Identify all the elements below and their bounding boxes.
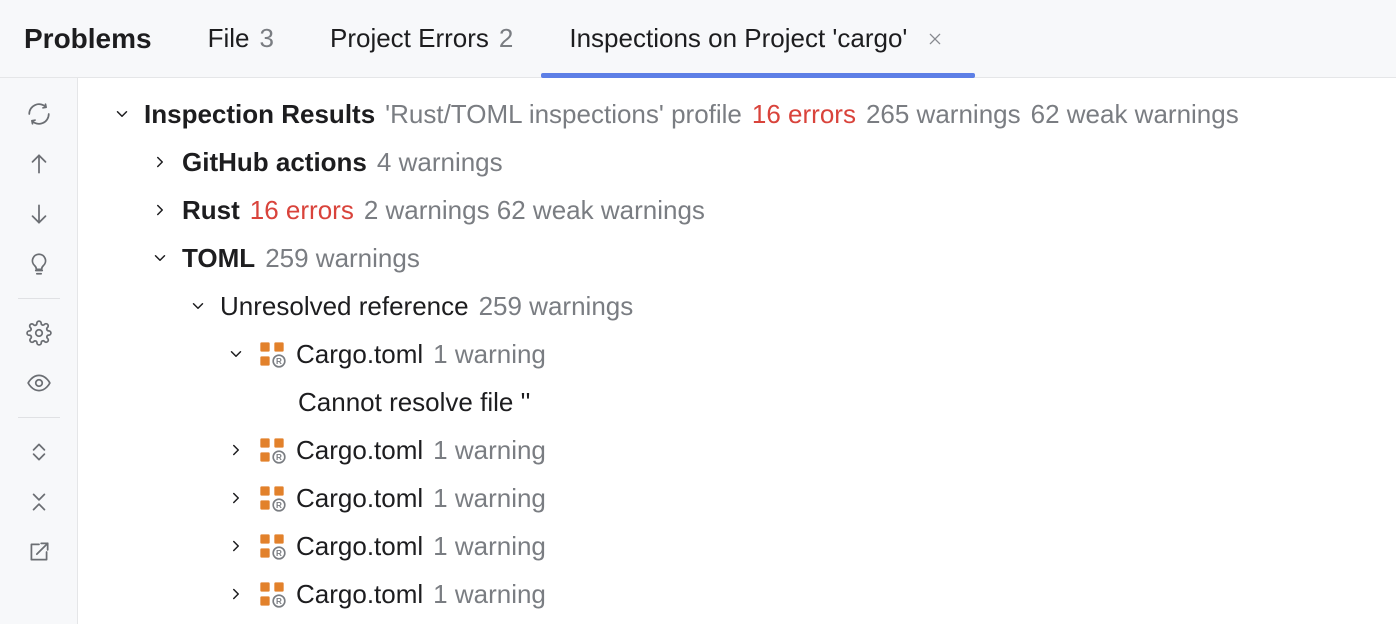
file-summary: 1 warning: [433, 341, 546, 367]
file-name: Cargo.toml: [296, 581, 423, 607]
file-name: Cargo.toml: [296, 437, 423, 463]
tab-label: Problems: [24, 23, 152, 55]
tree-file-open[interactable]: Cargo.toml 1 warning: [78, 330, 1396, 378]
tree-file[interactable]: Cargo.toml 1 warning: [78, 570, 1396, 618]
node-summary: 2 warnings 62 weak warnings: [364, 197, 705, 223]
chevron-down-icon[interactable]: [224, 342, 248, 366]
node-label: TOML: [182, 245, 255, 271]
tab-label: File: [208, 23, 250, 54]
next-button[interactable]: [17, 192, 61, 236]
inspection-tree: Inspection Results 'Rust/TOML inspection…: [78, 78, 1396, 624]
intention-button[interactable]: [17, 242, 61, 286]
separator: [18, 417, 60, 418]
file-summary: 1 warning: [433, 485, 546, 511]
tree-node-toml[interactable]: TOML 259 warnings: [78, 234, 1396, 282]
cargo-file-icon: [258, 484, 286, 512]
tab-label: Project Errors: [330, 23, 489, 54]
chevron-down-icon[interactable]: [148, 246, 172, 270]
node-errors: 16 errors: [250, 197, 354, 223]
cargo-file-icon: [258, 580, 286, 608]
rerun-button[interactable]: [17, 92, 61, 136]
node-label: Unresolved reference: [220, 293, 469, 319]
tree-root[interactable]: Inspection Results 'Rust/TOML inspection…: [78, 90, 1396, 138]
file-name: Cargo.toml: [296, 341, 423, 367]
cargo-file-icon: [258, 340, 286, 368]
node-summary: 259 warnings: [265, 245, 420, 271]
tree-node-rust[interactable]: Rust 16 errors 2 warnings 62 weak warnin…: [78, 186, 1396, 234]
warning-message: Cannot resolve file '': [298, 389, 531, 415]
toolstrip: [0, 78, 78, 624]
separator: [18, 298, 60, 299]
chevron-right-icon[interactable]: [148, 198, 172, 222]
preview-button[interactable]: [17, 361, 61, 405]
file-name: Cargo.toml: [296, 485, 423, 511]
file-name: Cargo.toml: [296, 533, 423, 559]
chevron-right-icon[interactable]: [224, 438, 248, 462]
settings-button[interactable]: [17, 311, 61, 355]
tab-label: Inspections on Project 'cargo': [569, 23, 907, 54]
tree-file[interactable]: Cargo.toml 1 warning: [78, 474, 1396, 522]
previous-button[interactable]: [17, 142, 61, 186]
tree-file[interactable]: Cargo.toml 1 warning: [78, 426, 1396, 474]
close-icon[interactable]: [923, 27, 947, 51]
chevron-right-icon[interactable]: [224, 534, 248, 558]
file-summary: 1 warning: [433, 437, 546, 463]
export-button[interactable]: [17, 530, 61, 574]
chevron-down-icon[interactable]: [186, 294, 210, 318]
tree-message[interactable]: Cannot resolve file '': [78, 378, 1396, 426]
node-label: Rust: [182, 197, 240, 223]
tabbar: Problems File 3 Project Errors 2 Inspect…: [0, 0, 1396, 78]
chevron-right-icon[interactable]: [224, 582, 248, 606]
node-summary: 4 warnings: [377, 149, 503, 175]
chevron-down-icon[interactable]: [110, 102, 134, 126]
tab-project-errors[interactable]: Project Errors 2: [302, 0, 541, 77]
tab-count: 2: [499, 23, 513, 54]
file-summary: 1 warning: [433, 533, 546, 559]
tab-count: 3: [260, 23, 274, 54]
root-profile: 'Rust/TOML inspections' profile: [385, 101, 742, 127]
collapse-all-button[interactable]: [17, 480, 61, 524]
node-label: GitHub actions: [182, 149, 367, 175]
cargo-file-icon: [258, 436, 286, 464]
tree-node-github[interactable]: GitHub actions 4 warnings: [78, 138, 1396, 186]
root-weak: 62 weak warnings: [1031, 101, 1239, 127]
root-errors: 16 errors: [752, 101, 856, 127]
tab-file[interactable]: File 3: [180, 0, 302, 77]
file-summary: 1 warning: [433, 581, 546, 607]
cargo-file-icon: [258, 532, 286, 560]
tab-problems[interactable]: Problems: [24, 0, 180, 77]
expand-all-button[interactable]: [17, 430, 61, 474]
root-title: Inspection Results: [144, 101, 375, 127]
node-summary: 259 warnings: [479, 293, 634, 319]
tree-node-unresolved[interactable]: Unresolved reference 259 warnings: [78, 282, 1396, 330]
chevron-right-icon[interactable]: [148, 150, 172, 174]
chevron-right-icon[interactable]: [224, 486, 248, 510]
tab-inspections[interactable]: Inspections on Project 'cargo': [541, 0, 975, 77]
tree-file[interactable]: Cargo.toml 1 warning: [78, 522, 1396, 570]
root-warnings: 265 warnings: [866, 101, 1021, 127]
